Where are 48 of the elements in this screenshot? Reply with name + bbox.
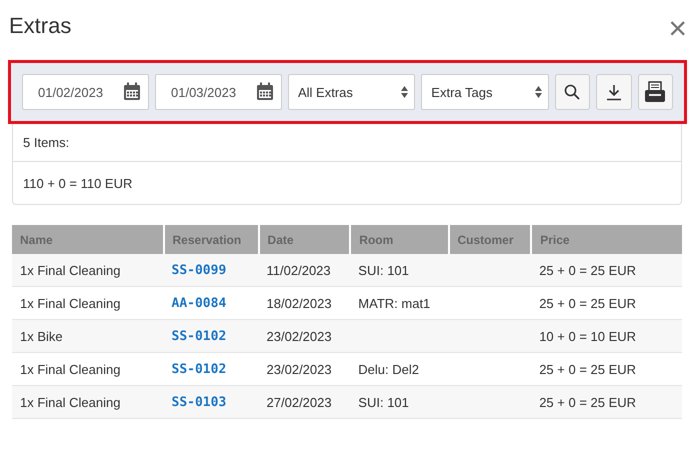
table-cell: 1x Final Cleaning	[12, 386, 164, 418]
search-button[interactable]	[554, 74, 590, 110]
table-cell: 1x Final Cleaning	[12, 254, 164, 286]
table-cell: 18/02/2023	[258, 286, 350, 320]
reservation-link[interactable]: SS-0102	[172, 329, 226, 344]
sort-arrows-icon	[534, 86, 542, 98]
table-cell: 1x Final Cleaning	[12, 352, 164, 386]
table-cell: MATR: mat1	[350, 286, 449, 320]
window-title: Extras	[9, 13, 72, 39]
column-header: Customer	[448, 225, 532, 254]
table-cell: 25 + 0 = 25 EUR	[531, 352, 682, 386]
search-icon	[564, 84, 580, 100]
table-cell: 1x Bike	[12, 320, 164, 352]
print-button[interactable]	[638, 74, 674, 110]
table-cell: 11/02/2023	[258, 254, 350, 286]
column-header: Price	[531, 225, 682, 254]
table-cell: SUI: 101	[350, 386, 449, 418]
item-count: 5 Items:	[23, 135, 70, 150]
table-cell: 10 + 0 = 10 EUR	[531, 320, 682, 352]
table-cell: 25 + 0 = 25 EUR	[531, 286, 682, 320]
download-icon	[606, 84, 622, 100]
date-to-field[interactable]: 01/03/2023	[155, 74, 282, 110]
reservation-link[interactable]: AA-0084	[172, 296, 226, 311]
printer-icon	[644, 81, 666, 103]
column-header: Room	[350, 225, 449, 254]
table-cell: 23/02/2023	[258, 320, 350, 352]
table-cell: Delu: Del2	[350, 352, 449, 386]
calendar-icon[interactable]	[123, 82, 141, 101]
table-cell: 25 + 0 = 25 EUR	[531, 386, 682, 418]
table-cell: 1x Final Cleaning	[12, 286, 164, 320]
extras-select[interactable]: All Extras	[288, 74, 416, 110]
calendar-icon[interactable]	[256, 82, 274, 101]
column-header: Name	[12, 225, 164, 254]
column-header: Date	[258, 225, 350, 254]
reservation-link[interactable]: SS-0103	[172, 395, 226, 410]
column-header: Reservation	[164, 225, 259, 254]
table-cell: 27/02/2023	[258, 386, 350, 418]
sort-arrows-icon	[401, 86, 408, 98]
table-cell: SUI: 101	[350, 254, 449, 286]
date-from-field[interactable]: 01/02/2023	[22, 74, 149, 110]
total-amount: 110 + 0 = 110 EUR	[23, 176, 132, 190]
table-cell: 25 + 0 = 25 EUR	[531, 254, 682, 286]
reservation-link[interactable]: SS-0102	[172, 362, 226, 377]
download-button[interactable]	[596, 74, 632, 110]
reservation-link[interactable]: SS-0099	[172, 263, 226, 278]
tags-select[interactable]: Extra Tags	[421, 74, 549, 110]
table-cell: 23/02/2023	[258, 352, 350, 386]
close-button[interactable]: ×	[668, 12, 687, 44]
